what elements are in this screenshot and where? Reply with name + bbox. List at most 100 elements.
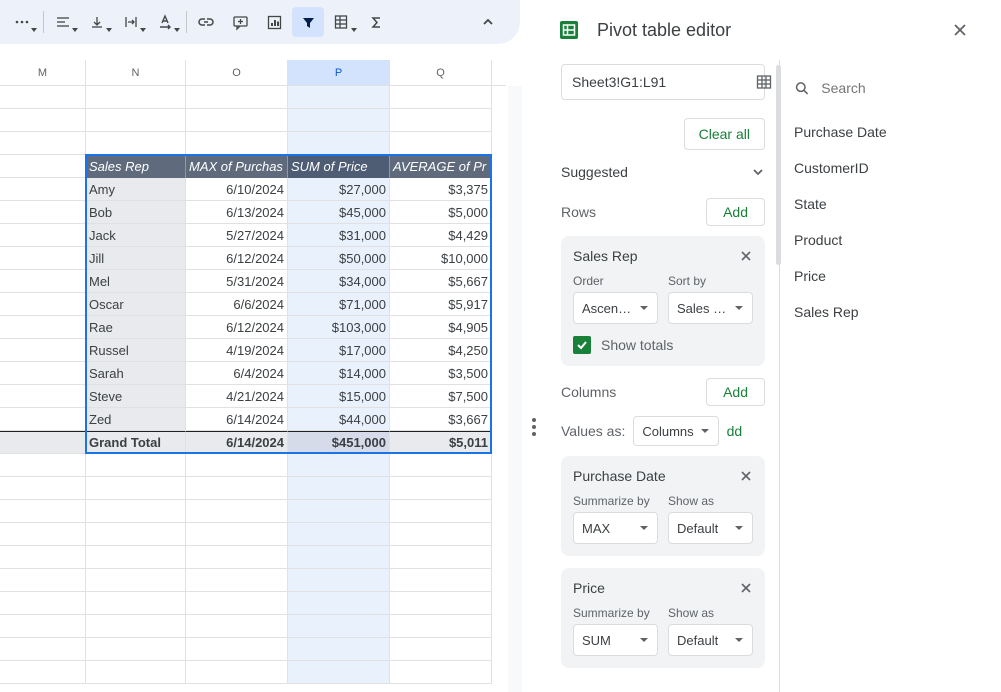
insert-link-icon[interactable] [190, 7, 222, 37]
table-view-icon[interactable] [326, 7, 358, 37]
cell[interactable]: 5/31/2024 [186, 270, 288, 293]
cell[interactable]: $3,375 [390, 178, 492, 201]
order-select[interactable]: Ascen… [573, 292, 658, 324]
cell[interactable] [390, 523, 492, 546]
cell[interactable]: 5/27/2024 [186, 224, 288, 247]
cell[interactable] [86, 132, 186, 155]
overflow-horizontal-icon[interactable] [6, 7, 38, 37]
cell[interactable]: $31,000 [288, 224, 390, 247]
align-vertical-icon[interactable] [81, 7, 113, 37]
cell[interactable] [0, 454, 86, 477]
cell[interactable]: $4,250 [390, 339, 492, 362]
cell[interactable]: $14,000 [288, 362, 390, 385]
cell[interactable]: 6/12/2024 [186, 247, 288, 270]
cell[interactable] [288, 523, 390, 546]
cell[interactable] [86, 569, 186, 592]
cell[interactable]: Grand Total [86, 431, 186, 454]
cell[interactable] [186, 109, 288, 132]
cell[interactable] [390, 638, 492, 661]
cell[interactable] [0, 293, 86, 316]
cell[interactable] [186, 638, 288, 661]
cell[interactable]: 6/14/2024 [186, 408, 288, 431]
text-wrap-icon[interactable] [115, 7, 147, 37]
cell[interactable]: Oscar [86, 293, 186, 316]
cell[interactable] [0, 362, 86, 385]
cell[interactable] [186, 477, 288, 500]
cell[interactable]: Jack [86, 224, 186, 247]
search-input[interactable] [819, 79, 965, 97]
vertical-scrollbar[interactable] [508, 86, 522, 692]
insert-chart-icon[interactable] [258, 7, 290, 37]
cell[interactable] [390, 615, 492, 638]
cell[interactable]: $44,000 [288, 408, 390, 431]
cell[interactable] [0, 132, 86, 155]
clear-all-button[interactable]: Clear all [684, 118, 765, 150]
add-rows-button[interactable]: Add [706, 198, 765, 226]
cell[interactable]: $4,429 [390, 224, 492, 247]
cell[interactable]: $5,667 [390, 270, 492, 293]
cell[interactable] [186, 500, 288, 523]
cell[interactable]: 6/6/2024 [186, 293, 288, 316]
cell[interactable] [0, 477, 86, 500]
cell[interactable] [288, 132, 390, 155]
cell[interactable]: $451,000 [288, 431, 390, 454]
cell[interactable] [0, 385, 86, 408]
cell[interactable]: $15,000 [288, 385, 390, 408]
cell[interactable] [86, 523, 186, 546]
select-range-icon[interactable] [755, 73, 773, 91]
cell[interactable] [288, 86, 390, 109]
field-item[interactable]: Purchase Date [794, 114, 965, 150]
cell[interactable] [390, 592, 492, 615]
cell[interactable] [86, 454, 186, 477]
cell[interactable]: 6/14/2024 [186, 431, 288, 454]
cell[interactable] [0, 316, 86, 339]
add-values-partial[interactable]: dd [727, 423, 743, 439]
cell[interactable]: $4,905 [390, 316, 492, 339]
cell[interactable]: Sarah [86, 362, 186, 385]
field-item[interactable]: Price [794, 258, 965, 294]
remove-row-icon[interactable] [739, 249, 753, 263]
align-horizontal-icon[interactable] [47, 7, 79, 37]
cell[interactable]: SUM of Price [288, 155, 390, 178]
cell[interactable]: $17,000 [288, 339, 390, 362]
cell[interactable] [0, 500, 86, 523]
cell[interactable] [288, 569, 390, 592]
cell[interactable] [86, 546, 186, 569]
cell[interactable] [288, 592, 390, 615]
insert-comment-icon[interactable] [224, 7, 256, 37]
functions-icon[interactable] [360, 7, 392, 37]
cell[interactable]: $5,917 [390, 293, 492, 316]
cell[interactable] [288, 454, 390, 477]
cell[interactable] [288, 661, 390, 684]
field-item[interactable]: Sales Rep [794, 294, 965, 330]
cell[interactable] [390, 109, 492, 132]
cell[interactable]: $3,500 [390, 362, 492, 385]
column-header-P[interactable]: P [288, 60, 390, 85]
cell[interactable] [86, 109, 186, 132]
filter-icon[interactable] [292, 7, 324, 37]
cell[interactable] [390, 454, 492, 477]
cell[interactable] [0, 546, 86, 569]
cell[interactable] [0, 661, 86, 684]
cell[interactable] [186, 592, 288, 615]
cell[interactable] [390, 477, 492, 500]
cell[interactable]: $5,000 [390, 201, 492, 224]
cell[interactable] [288, 109, 390, 132]
column-header-O[interactable]: O [186, 60, 288, 85]
remove-value-icon[interactable] [739, 469, 753, 483]
cell[interactable]: Jill [86, 247, 186, 270]
cell[interactable]: MAX of Purchas [186, 155, 288, 178]
cell[interactable] [390, 546, 492, 569]
cell[interactable] [0, 109, 86, 132]
cell[interactable] [186, 132, 288, 155]
cell[interactable] [86, 638, 186, 661]
show-as-select[interactable]: Default [668, 512, 753, 544]
cell[interactable] [288, 615, 390, 638]
cell[interactable] [0, 638, 86, 661]
cell[interactable] [0, 86, 86, 109]
cell[interactable] [0, 615, 86, 638]
column-header-M[interactable]: M [0, 60, 86, 85]
field-item[interactable]: Product [794, 222, 965, 258]
cell[interactable]: Bob [86, 201, 186, 224]
cell[interactable] [0, 408, 86, 431]
